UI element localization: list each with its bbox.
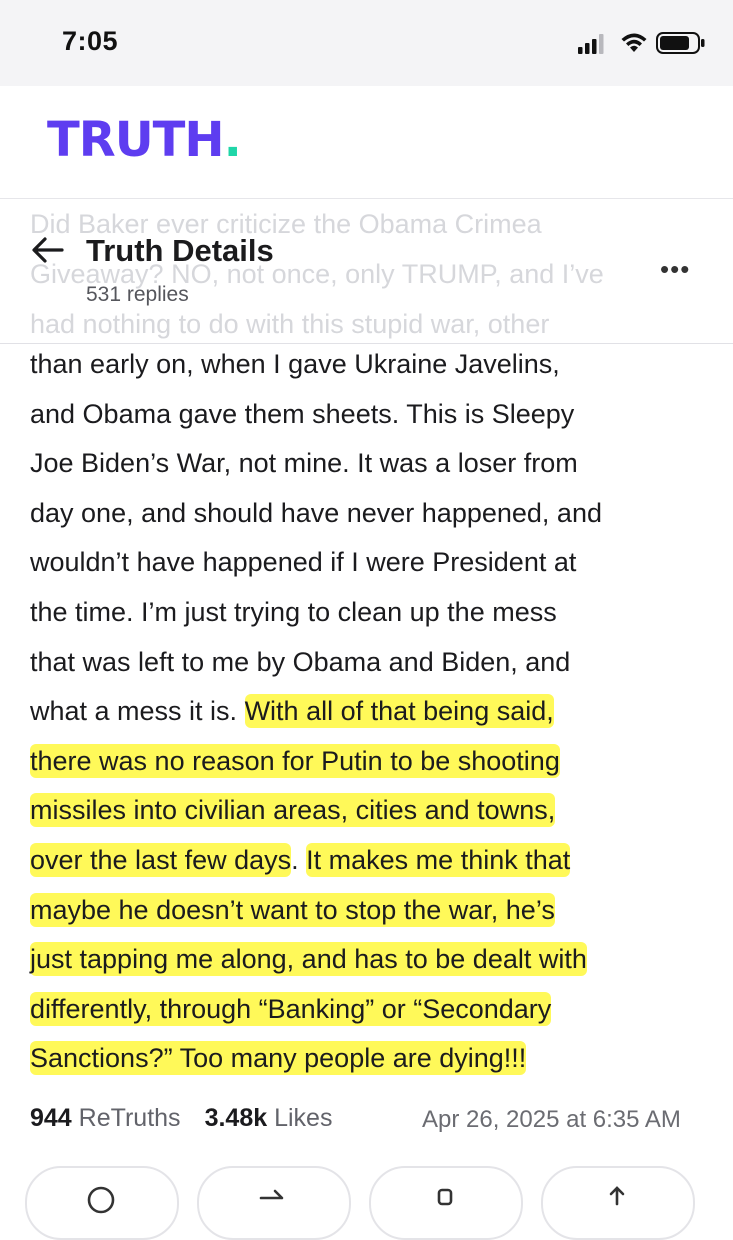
post-text: the time. I’m just trying to clean up th… bbox=[30, 596, 557, 627]
truth-logo-text: TRUTH bbox=[47, 112, 225, 168]
reply-icon bbox=[87, 1186, 115, 1214]
post-line: than early on, when I gave Ukraine Javel… bbox=[30, 340, 720, 390]
post-line: maybe he doesn’t want to stop the war, h… bbox=[30, 886, 720, 936]
post-body: than early on, when I gave Ukraine Javel… bbox=[30, 340, 720, 1084]
highlighted-text: maybe he doesn’t want to stop the war, h… bbox=[30, 892, 555, 927]
page-title: Truth Details bbox=[86, 233, 274, 268]
wifi-icon bbox=[621, 33, 647, 52]
post-line: there was no reason for Putin to be shoo… bbox=[30, 737, 720, 787]
post-actions bbox=[0, 1162, 733, 1240]
like-icon bbox=[437, 1188, 453, 1206]
share-button[interactable] bbox=[541, 1166, 695, 1240]
highlighted-text: It makes me think that bbox=[306, 842, 571, 877]
post-timestamp: Apr 26, 2025 at 6:35 AM bbox=[422, 1106, 681, 1133]
post-text: than early on, when I gave Ukraine Javel… bbox=[30, 349, 560, 379]
highlighted-text: missiles into civilian areas, cities and… bbox=[30, 793, 556, 828]
status-time: 7:05 bbox=[62, 26, 119, 56]
share-icon bbox=[609, 1186, 625, 1206]
post-line: missiles into civilian areas, cities and… bbox=[30, 786, 720, 836]
highlighted-text: over the last few days bbox=[30, 842, 292, 877]
post-text: what a mess it is. bbox=[30, 696, 245, 727]
post-line: Sanctions?” Too many people are dying!!! bbox=[30, 1034, 720, 1084]
post-text: day one, and should have never happened,… bbox=[30, 497, 602, 528]
highlighted-text: differently, through “Banking” or “Secon… bbox=[30, 991, 552, 1026]
post-text: and Obama gave them sheets. This is Slee… bbox=[30, 398, 575, 429]
post-line: and Obama gave them sheets. This is Slee… bbox=[30, 390, 720, 440]
post-line: differently, through “Banking” or “Secon… bbox=[30, 985, 720, 1035]
retruth-button[interactable] bbox=[197, 1166, 351, 1240]
post-line: wouldn’t have happened if I were Preside… bbox=[30, 538, 720, 588]
post-line: over the last few days. It makes me thin… bbox=[30, 836, 720, 886]
post-line: that was left to me by Obama and Biden, … bbox=[30, 638, 720, 688]
reply-button[interactable] bbox=[25, 1166, 179, 1240]
post-line: day one, and should have never happened,… bbox=[30, 489, 720, 539]
post-line: what a mess it is. With all of that bein… bbox=[30, 687, 720, 737]
retruths-label[interactable]: ReTruths bbox=[79, 1104, 181, 1132]
truth-logo-dot: . bbox=[223, 112, 242, 168]
truth-logo: TRUTH. bbox=[47, 112, 242, 168]
reply-count: 531 replies bbox=[86, 283, 189, 306]
truth-details-header: Did Baker ever criticize the Obama Crime… bbox=[0, 198, 733, 344]
post-line: Joe Biden’s War, not mine. It was a lose… bbox=[30, 439, 720, 489]
highlighted-text: there was no reason for Putin to be shoo… bbox=[30, 743, 560, 778]
highlighted-text: With all of that being said, bbox=[244, 694, 554, 729]
likes-label[interactable]: Likes bbox=[274, 1104, 332, 1132]
arrow-left-icon[interactable] bbox=[30, 235, 66, 265]
status-bar: 7:05 bbox=[0, 0, 733, 86]
likes-count[interactable]: 3.48k bbox=[205, 1104, 268, 1132]
post-text: that was left to me by Obama and Biden, … bbox=[30, 646, 571, 677]
cellular-signal-icon bbox=[578, 34, 604, 54]
post-stats: 944 ReTruths 3.48k Likes bbox=[30, 1104, 332, 1133]
post-text: wouldn’t have happened if I were Preside… bbox=[30, 547, 577, 578]
post-line: the time. I’m just trying to clean up th… bbox=[30, 588, 720, 638]
post-text: Joe Biden’s War, not mine. It was a lose… bbox=[30, 448, 578, 479]
retruths-count[interactable]: 944 bbox=[30, 1104, 72, 1132]
more-dots-icon[interactable]: ••• bbox=[660, 254, 690, 285]
highlighted-text: Sanctions?” Too many people are dying!!! bbox=[30, 1041, 527, 1076]
scrolled-text-behind-header: Did Baker ever criticize the Obama Crime… bbox=[30, 199, 720, 343]
retruth-icon bbox=[259, 1189, 284, 1200]
like-button[interactable] bbox=[369, 1166, 523, 1240]
post-line: just tapping me along, and has to be dea… bbox=[30, 935, 720, 985]
highlighted-text: just tapping me along, and has to be dea… bbox=[30, 942, 587, 977]
app-logo-bar: TRUTH. bbox=[0, 86, 733, 198]
battery-icon bbox=[656, 32, 705, 54]
post-text: . bbox=[291, 844, 307, 875]
